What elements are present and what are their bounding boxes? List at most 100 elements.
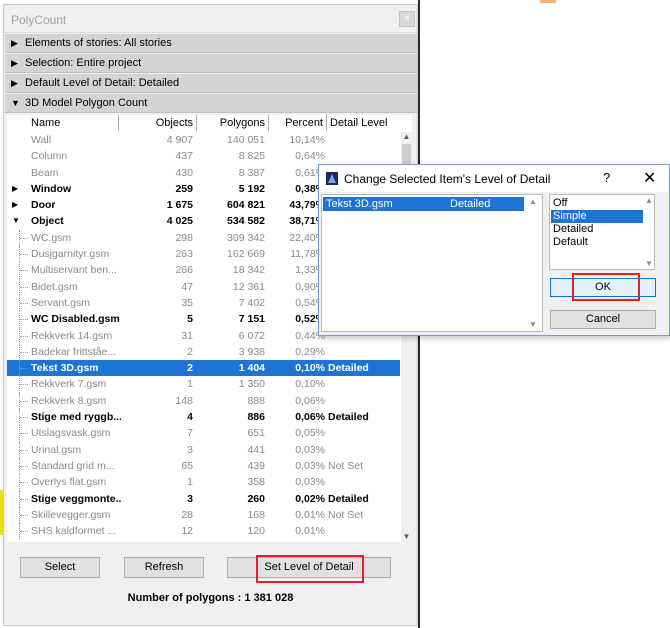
items-scrollbar[interactable]: ▲ ▼ <box>525 195 542 331</box>
table-row[interactable]: Overlys flat.gsm 1 358 0,03% <box>7 474 400 491</box>
row-polygons: 1 404 <box>238 362 265 375</box>
collapse-arrow-icon: ▼ <box>11 98 20 108</box>
row-polygons: 8 387 <box>238 166 265 179</box>
polygon-total: Number of polygons : 1 381 028 <box>127 592 294 604</box>
dialog-title-bar[interactable]: Change Selected Item's Level of Detail ?… <box>319 165 669 192</box>
expand-arrow-icon: ▶ <box>11 58 18 68</box>
row-polygons: 120 <box>247 525 265 538</box>
row-polygons: 441 <box>247 443 265 456</box>
tree-connector <box>19 392 29 410</box>
row-name: Rekkverk 8.gsm <box>31 394 107 407</box>
row-percent: 0,02% <box>295 492 325 505</box>
table-row[interactable]: Utslagsvask.gsm 7 651 0,05% <box>7 425 400 442</box>
palette-close-button[interactable]: × <box>399 11 415 27</box>
column-name[interactable]: Name <box>7 115 119 131</box>
row-percent: 0,06% <box>295 411 325 424</box>
table-row[interactable]: Urinal.gsm 3 441 0,03% <box>7 441 400 458</box>
scroll-up-icon[interactable]: ▲ <box>529 197 537 206</box>
row-objects: 65 <box>181 459 193 472</box>
table-row[interactable]: SHS kaldformet ... 12 120 0,01% <box>7 523 400 540</box>
row-percent: 43,79% <box>289 199 325 212</box>
section-3d-polygon-count[interactable]: ▼ 3D Model Polygon Count <box>5 94 417 113</box>
palette-title-bar[interactable]: PolyCount × <box>4 5 417 33</box>
row-objects: 1 675 <box>166 199 193 212</box>
row-percent: 0,01% <box>295 508 325 521</box>
row-polygons: 604 821 <box>227 199 265 212</box>
row-objects: 3 <box>187 443 193 456</box>
column-header: Name Objects Polygons Percent Detail Lev… <box>7 115 400 131</box>
highlight-box <box>256 555 364 583</box>
table-row[interactable]: Badekar frittståe... 2 3 938 0,29% <box>7 343 400 361</box>
option-detailed[interactable]: Detailed <box>551 223 643 236</box>
row-objects: 1 <box>187 378 193 391</box>
section-default-level-of-detail[interactable]: ▶ Default Level of Detail: Detailed <box>5 74 417 93</box>
row-percent: 38,71% <box>289 215 325 228</box>
table-row[interactable]: Skillevegger.gsm 28 168 0,01% Not Set <box>7 506 400 524</box>
row-name: Overlys flat.gsm <box>31 476 107 489</box>
scroll-down-icon[interactable]: ▼ <box>401 532 412 542</box>
column-detail-level[interactable]: Detail Level <box>327 115 400 131</box>
row-objects: 28 <box>181 508 193 521</box>
collapse-arrow-icon[interactable]: ▼ <box>12 213 22 229</box>
row-name: Column <box>31 150 68 163</box>
scroll-up-icon[interactable]: ▲ <box>401 132 412 142</box>
selected-item-row[interactable]: Tekst 3D.gsm Detailed <box>323 197 524 211</box>
row-objects: 35 <box>181 296 193 309</box>
expand-arrow-icon[interactable]: ▶ <box>12 197 22 213</box>
row-name: Utslagsvask.gsm <box>31 427 111 440</box>
table-row[interactable]: Stige med ryggb... 4 886 0,06% Detailed <box>7 409 400 426</box>
row-percent: 0,61% <box>295 166 325 179</box>
scroll-up-icon[interactable]: ▲ <box>645 196 653 205</box>
refresh-button[interactable]: Refresh <box>124 557 204 578</box>
column-polygons[interactable]: Polygons <box>197 115 269 131</box>
table-row[interactable]: Tekst 3D.gsm 2 1 404 0,10% Detailed <box>7 360 400 377</box>
row-objects: 437 <box>175 150 193 163</box>
row-name: Stige med ryggb... <box>31 411 121 424</box>
select-button[interactable]: Select <box>20 557 100 578</box>
row-objects: 298 <box>175 231 193 244</box>
section-selection[interactable]: ▶ Selection: Entire project <box>5 54 417 73</box>
table-row[interactable]: Rekkverk 8.gsm 148 888 0,06% <box>7 392 400 410</box>
row-objects: 7 <box>187 427 193 440</box>
row-detail-level: Detailed <box>328 492 369 505</box>
row-detail-level: Detailed <box>328 411 369 424</box>
row-polygons: 1 350 <box>238 378 265 391</box>
row-polygons: 309 342 <box>227 231 265 244</box>
row-objects: 263 <box>175 248 193 261</box>
help-icon[interactable]: ? <box>603 170 610 185</box>
column-percent[interactable]: Percent <box>269 115 327 131</box>
option-off[interactable]: Off <box>551 197 643 210</box>
option-default[interactable]: Default <box>551 236 643 249</box>
tree-connector <box>19 311 29 328</box>
table-row[interactable]: Wall 4 907 140 051 10,14% <box>7 132 400 148</box>
row-percent: 22,40% <box>289 231 325 244</box>
section-label: Elements of stories: All stories <box>25 37 172 49</box>
dialog-close-icon[interactable]: ✕ <box>643 168 656 188</box>
row-name: Window <box>31 182 72 195</box>
table-row[interactable]: Rekkverk 7.gsm 1 1 350 0,10% <box>7 376 400 393</box>
row-name: Dusjgarnityr.gsm <box>31 248 110 261</box>
column-objects[interactable]: Objects <box>119 115 197 131</box>
cancel-button[interactable]: Cancel <box>550 310 656 329</box>
expand-arrow-icon[interactable]: ▶ <box>12 181 22 197</box>
scroll-down-icon[interactable]: ▼ <box>529 320 537 329</box>
scroll-down-icon[interactable]: ▼ <box>645 259 653 268</box>
row-polygons: 12 361 <box>232 280 265 293</box>
row-polygons: 534 582 <box>227 215 265 228</box>
row-name: Rekkverk 14.gsm <box>31 329 113 342</box>
option-simple[interactable]: Simple <box>551 210 643 223</box>
row-objects: 3 <box>187 492 193 505</box>
row-percent: 0,03% <box>295 476 325 489</box>
row-percent: 0,29% <box>295 345 325 358</box>
row-name: Bidet.gsm <box>31 280 78 293</box>
table-row[interactable]: Column 437 8 825 0,64% <box>7 148 400 164</box>
row-objects: 266 <box>175 264 193 277</box>
section-elements-of-stories[interactable]: ▶ Elements of stories: All stories <box>5 34 417 53</box>
table-row[interactable]: Stige veggmonte... 3 260 0,02% Detailed <box>7 490 400 507</box>
row-name: Standard grid m... <box>31 459 115 472</box>
table-row[interactable]: Standard grid m... 65 439 0,03% Not Set <box>7 457 400 475</box>
options-scrollbar[interactable]: ▲ ▼ <box>643 195 655 269</box>
section-label: 3D Model Polygon Count <box>25 97 148 109</box>
tree-connector <box>19 474 29 491</box>
row-objects: 2 <box>187 362 193 375</box>
